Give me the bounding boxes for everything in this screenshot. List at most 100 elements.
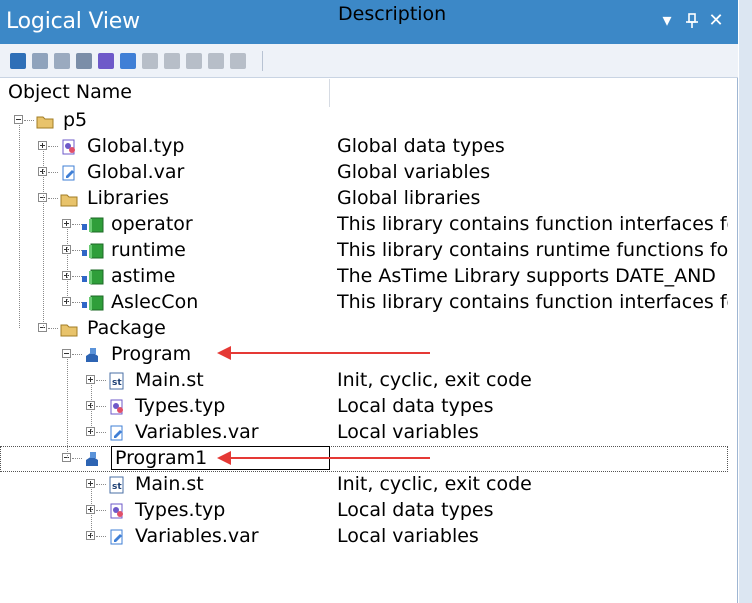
st-file-icon: st [108,476,126,494]
tree-item-label: Package [87,317,166,339]
tree-connector [72,354,82,355]
tree-row[interactable]: Types.typ Local data types [0,498,728,524]
tree-guide [19,125,20,328]
tree-item-description: The AsTime Library supports DATE_AND [337,265,716,287]
svg-text:st: st [112,482,122,492]
tree-connector [48,172,58,173]
tree-item-label: Global.var [87,161,185,183]
expand-toggle[interactable] [86,375,95,384]
tree-item-label: p5 [63,109,88,131]
tree-row[interactable]: st Main.st Init, cyclic, exit code [0,472,728,498]
tree-row[interactable]: p5 [0,108,728,134]
tree-item-label: Variables.var [135,421,259,443]
folder-icon [60,190,78,208]
properties-icon[interactable] [32,53,48,69]
tree-connector [72,250,82,251]
tree-item-label: Variables.var [135,525,259,547]
tree-row[interactable]: Package [0,316,728,342]
annotation-arrow-head [217,451,231,465]
tree-connector [72,302,82,303]
tree-item-description: This library contains function interface… [337,291,728,313]
tree-item-label: runtime [111,239,186,261]
tree-row[interactable]: Program1 [0,446,728,472]
tree-item-description: This library contains function interface… [337,213,728,235]
tree-connector [72,458,82,459]
tree-guide [91,385,92,432]
column-header-object-name[interactable]: Object Name [0,79,330,107]
program-icon [84,450,102,468]
tree-connector [48,328,58,329]
tree-row[interactable]: st Main.st Init, cyclic, exit code [0,368,728,394]
variable-file-icon [108,424,126,442]
tree-row[interactable]: runtime This library contains runtime fun… [0,238,728,264]
tree-row[interactable]: Program [0,342,728,368]
tree-item-description: Global data types [337,135,505,157]
variable-icon[interactable] [120,53,136,69]
adjacent-panel-edge [739,0,752,603]
disabled-tool-2-icon[interactable] [164,53,180,69]
annotation-arrow-line [230,352,430,354]
tree-connector [48,146,58,147]
tree-item-description: Local variables [337,421,479,443]
tree-row[interactable]: Types.typ Local data types [0,394,728,420]
annotation-arrow-head [217,346,231,360]
expand-toggle[interactable] [62,219,71,228]
collapse-toggle[interactable] [14,115,23,124]
tree-connector [48,198,58,199]
tree-row[interactable]: astime The AsTime Library supports DATE_A… [0,264,728,290]
expand-toggle[interactable] [38,141,47,150]
tree-guide [91,489,92,536]
object-tree: p5 Global.typ Global data types Global.var G… [0,108,728,603]
disabled-tool-5-icon[interactable] [230,53,246,69]
tree-row[interactable]: Global.typ Global data types [0,134,728,160]
tree-row[interactable]: AslecCon This library contains function i… [0,290,728,316]
tree-item-label: astime [111,265,176,287]
library-icon [82,216,104,234]
tree-row[interactable]: operator This library contains function i… [0,212,728,238]
tree-item-description: Global variables [337,161,491,183]
tree-row[interactable]: Variables.var Local variables [0,420,728,446]
tree-connector [96,406,106,407]
column-header-description[interactable]: Description [330,1,738,29]
tree-guide [43,151,44,328]
datatype-icon[interactable] [98,53,114,69]
tree-row[interactable]: Libraries Global libraries [0,186,728,212]
disabled-tool-3-icon[interactable] [186,53,202,69]
tree-item-label: operator [111,213,193,235]
collapse-toggle[interactable] [62,349,71,358]
tree-item-label: Types.typ [135,499,226,521]
annotation-arrow-line [230,457,430,459]
tree-row[interactable]: Global.var Global variables [0,160,728,186]
file-icon[interactable] [76,53,92,69]
tree-item-label: AslecCon [111,291,199,313]
tree-item-label: Program [111,343,192,365]
datatype-file-icon [60,138,78,156]
tree-connector [96,380,106,381]
grid-icon[interactable] [54,53,70,69]
tree-connector [96,432,106,433]
tree-item-label: Types.typ [135,395,226,417]
tree-item-label: Main.st [135,369,204,391]
disabled-tool-1-icon[interactable] [142,53,158,69]
variable-file-icon [108,528,126,546]
tree-row[interactable]: Variables.var Local variables [0,524,728,550]
folder-icon [36,112,54,130]
library-icon [82,268,104,286]
tree-connector [96,484,106,485]
tree-item-label: Global.typ [87,135,185,157]
datatype-file-icon [108,398,126,416]
tree-item-description: Init, cyclic, exit code [337,473,532,495]
expand-toggle[interactable] [86,479,95,488]
st-file-icon: st [108,372,126,390]
object-icon[interactable] [10,53,26,69]
tree-item-description: Local variables [337,525,479,547]
panel-title: Logical View [6,9,140,34]
library-icon [82,294,104,312]
tree-connector [72,276,82,277]
tree-connector [96,536,106,537]
disabled-tool-4-icon[interactable] [208,53,224,69]
svg-text:st: st [112,378,122,388]
program-icon [84,346,102,364]
tree-guide [67,229,68,302]
tree-item-description: Local data types [337,499,494,521]
